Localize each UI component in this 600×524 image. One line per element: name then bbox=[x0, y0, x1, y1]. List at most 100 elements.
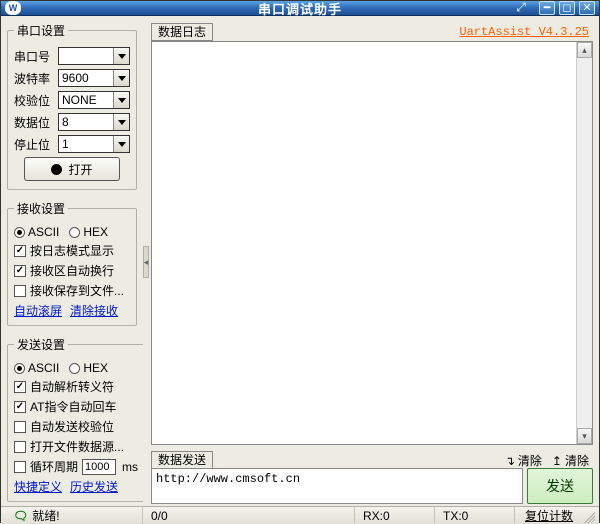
send-mode-ascii[interactable]: ASCII bbox=[14, 361, 59, 375]
send-row: http://www.cmsoft.cn 发送 bbox=[151, 468, 593, 504]
resize-grip-icon[interactable] bbox=[581, 509, 595, 523]
group-send-legend: 发送设置 bbox=[14, 336, 68, 353]
left-panel: 串口设置 串口号 波特率 9600 校验位 bbox=[1, 16, 143, 506]
send-header: 数据发送 ↴ 清除 ↥ 清除 bbox=[151, 449, 593, 469]
log-header: 数据日志 UartAssist V4.3.25 bbox=[151, 22, 593, 42]
send-atecho-checkbox[interactable] bbox=[14, 401, 26, 413]
send-tab[interactable]: 数据发送 bbox=[151, 451, 213, 469]
group-recv-legend: 接收设置 bbox=[14, 200, 68, 217]
send-escape-label: 自动解析转义符 bbox=[30, 378, 114, 395]
status-counter1: 0/0 bbox=[143, 507, 355, 524]
databits-label: 数据位 bbox=[14, 114, 54, 131]
send-openfile-label: 打开文件数据源... bbox=[30, 438, 124, 455]
clear-up-button[interactable]: ↥ 清除 bbox=[552, 452, 589, 469]
minimize-button[interactable]: ━ bbox=[539, 1, 555, 15]
app-icon: W bbox=[5, 1, 21, 15]
status-dot-icon bbox=[51, 164, 62, 175]
status-reset-link[interactable]: 复位计数 bbox=[515, 507, 579, 524]
log-textarea[interactable]: ▴ ▾ bbox=[151, 41, 593, 445]
titlebar: W 串口调试助手 ⤢ ━ ◻ ✕ bbox=[1, 1, 599, 16]
port-combo[interactable] bbox=[58, 47, 130, 65]
clear-down-button[interactable]: ↴ 清除 bbox=[505, 452, 542, 469]
send-autocheck-label: 自动发送校验位 bbox=[30, 418, 114, 435]
send-openfile-checkbox[interactable] bbox=[14, 441, 26, 453]
baud-label: 波特率 bbox=[14, 70, 54, 87]
recv-autowrap-label: 接收区自动换行 bbox=[30, 262, 114, 279]
send-cycle-input[interactable] bbox=[82, 459, 116, 475]
group-port-legend: 串口设置 bbox=[14, 22, 68, 39]
send-cycle-checkbox[interactable] bbox=[14, 461, 26, 473]
send-input[interactable]: http://www.cmsoft.cn bbox=[151, 468, 523, 504]
open-port-button[interactable]: 打开 bbox=[24, 157, 120, 181]
chevron-down-icon[interactable] bbox=[113, 136, 129, 152]
recv-mode-ascii-label: ASCII bbox=[28, 225, 59, 239]
group-send-settings: 发送设置 ASCII HEX 自动解析转义符 AT指令自动回车 bbox=[7, 336, 145, 502]
scroll-down-icon[interactable]: ▾ bbox=[577, 428, 592, 444]
baud-value: 9600 bbox=[59, 70, 113, 86]
recv-savefile-label: 接收保存到文件... bbox=[30, 282, 124, 299]
send-mode-hex-label: HEX bbox=[83, 361, 108, 375]
databits-value: 8 bbox=[59, 114, 113, 130]
recv-mode-hex-label: HEX bbox=[83, 225, 108, 239]
status-ready: 🗨 就绪! bbox=[5, 507, 143, 524]
send-cycle-unit: ms bbox=[122, 460, 138, 474]
statusbar: 🗨 就绪! 0/0 RX:0 TX:0 复位计数 bbox=[1, 506, 599, 524]
databits-combo[interactable]: 8 bbox=[58, 113, 130, 131]
chevron-down-icon[interactable] bbox=[113, 70, 129, 86]
app-window: W 串口调试助手 ⤢ ━ ◻ ✕ 串口设置 串口号 波特率 bbox=[0, 0, 600, 523]
chevron-down-icon[interactable] bbox=[113, 48, 129, 64]
recv-savefile-checkbox[interactable] bbox=[14, 285, 26, 297]
stopbits-combo[interactable]: 1 bbox=[58, 135, 130, 153]
log-scrollbar[interactable]: ▴ ▾ bbox=[576, 42, 592, 444]
port-label: 串口号 bbox=[14, 48, 54, 65]
status-rx: RX:0 bbox=[355, 507, 435, 524]
chevron-down-icon[interactable] bbox=[113, 114, 129, 130]
baud-combo[interactable]: 9600 bbox=[58, 69, 130, 87]
scroll-track[interactable] bbox=[577, 58, 592, 428]
stopbits-value: 1 bbox=[59, 136, 113, 152]
send-quickdef-link[interactable]: 快捷定义 bbox=[14, 478, 62, 495]
status-ready-label: 就绪! bbox=[32, 507, 59, 524]
send-mode-ascii-label: ASCII bbox=[28, 361, 59, 375]
recv-logmode-checkbox[interactable] bbox=[14, 245, 26, 257]
recv-autoscroll-link[interactable]: 自动滚屏 bbox=[14, 302, 62, 319]
recv-autowrap-checkbox[interactable] bbox=[14, 265, 26, 277]
scroll-up-icon[interactable]: ▴ bbox=[577, 42, 592, 58]
pin-icon[interactable]: ⤢ bbox=[513, 1, 529, 15]
parity-label: 校验位 bbox=[14, 92, 54, 109]
arrow-down-icon: ↴ bbox=[505, 454, 515, 468]
send-cycle-label: 循环周期 bbox=[30, 458, 78, 475]
recv-mode-ascii[interactable]: ASCII bbox=[14, 225, 59, 239]
ready-icon: 🗨 bbox=[13, 509, 28, 523]
port-value bbox=[59, 48, 113, 64]
close-button[interactable]: ✕ bbox=[579, 1, 595, 15]
parity-combo[interactable]: NONE bbox=[58, 91, 130, 109]
parity-value: NONE bbox=[59, 92, 113, 108]
titlebar-controls: ⤢ ━ ◻ ✕ bbox=[513, 1, 599, 15]
log-tab[interactable]: 数据日志 bbox=[151, 23, 213, 41]
send-atecho-label: AT指令自动回车 bbox=[30, 398, 116, 415]
send-button[interactable]: 发送 bbox=[527, 468, 593, 504]
clear2-label: 清除 bbox=[565, 452, 589, 469]
send-history-link[interactable]: 历史发送 bbox=[70, 478, 118, 495]
maximize-button[interactable]: ◻ bbox=[559, 1, 575, 15]
group-recv-settings: 接收设置 ASCII HEX 按日志模式显示 接收区自动换行 bbox=[7, 200, 137, 326]
send-escape-checkbox[interactable] bbox=[14, 381, 26, 393]
window-title: 串口调试助手 bbox=[258, 0, 342, 18]
group-port-settings: 串口设置 串口号 波特率 9600 校验位 bbox=[7, 22, 137, 190]
version-link[interactable]: UartAssist V4.3.25 bbox=[459, 25, 593, 39]
arrow-up-icon: ↥ bbox=[552, 454, 562, 468]
send-autocheck-checkbox[interactable] bbox=[14, 421, 26, 433]
recv-clear-link[interactable]: 清除接收 bbox=[70, 302, 118, 319]
chevron-down-icon[interactable] bbox=[113, 92, 129, 108]
stopbits-label: 停止位 bbox=[14, 136, 54, 153]
recv-logmode-label: 按日志模式显示 bbox=[30, 242, 114, 259]
status-tx: TX:0 bbox=[435, 507, 515, 524]
right-panel: 数据日志 UartAssist V4.3.25 ▴ ▾ 数据发送 ↴ 清除 bbox=[149, 16, 599, 506]
send-mode-hex[interactable]: HEX bbox=[69, 361, 108, 375]
splitter[interactable]: ◂ bbox=[143, 16, 149, 506]
clear1-label: 清除 bbox=[518, 452, 542, 469]
open-port-label: 打开 bbox=[68, 161, 92, 178]
splitter-handle-icon[interactable]: ◂ bbox=[143, 246, 149, 278]
recv-mode-hex[interactable]: HEX bbox=[69, 225, 108, 239]
